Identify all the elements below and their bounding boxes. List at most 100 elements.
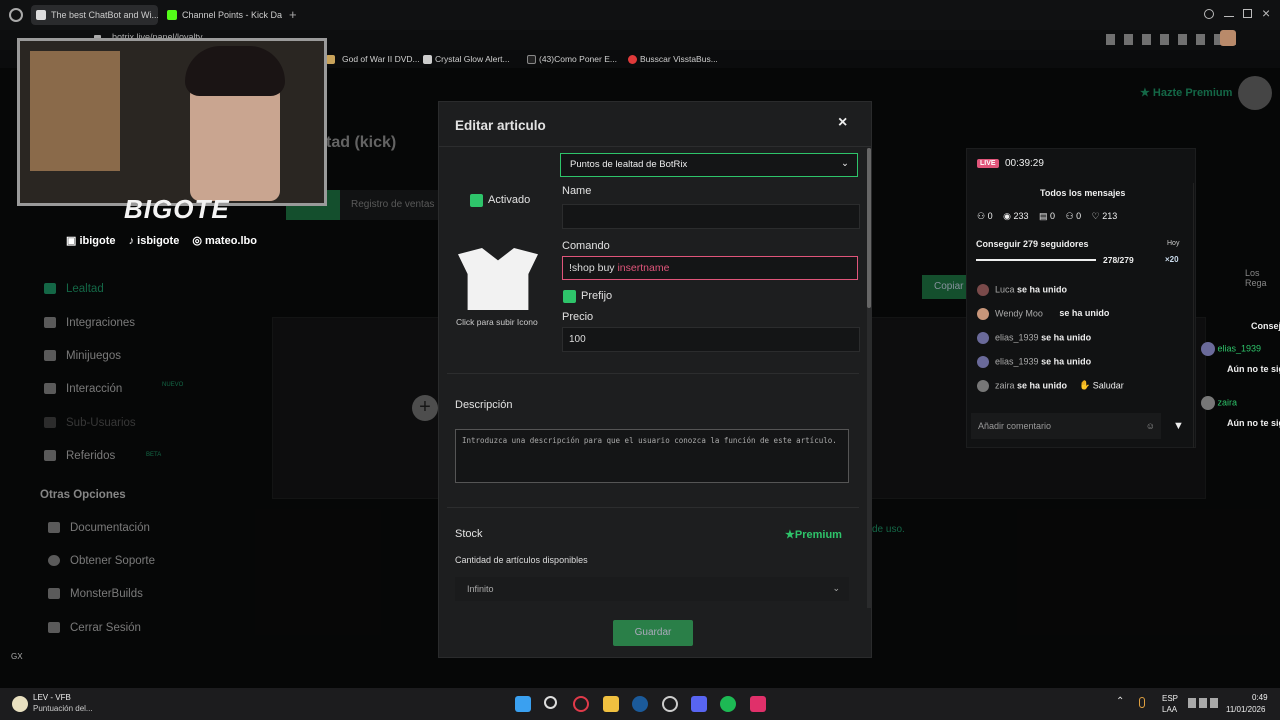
stock-select[interactable]: Infinito ⌄ [455,577,849,601]
steam-icon[interactable] [632,696,648,712]
clock-time[interactable]: 0:49 [1252,693,1268,702]
save-button[interactable]: Guardar [613,620,693,646]
avatar [977,380,989,392]
scrollbar-thumb[interactable] [867,148,871,308]
avatar [1201,396,1215,410]
side-chat-message: zaira [1201,396,1237,410]
users-icon: ⚇ [977,211,988,221]
kick-icon: ▣ [66,235,80,247]
bookmark-item[interactable]: Crystal Glow Alert... [423,50,510,68]
emoji-icon[interactable]: ☺ [1146,413,1155,439]
windows-start-icon[interactable] [515,696,531,712]
chat-stats: ⚇ 0 ◉ 233 ▤ 0 ⚇ 0 ♡ 213 [977,211,1117,222]
language-indicator[interactable]: ESP [1162,694,1178,703]
chat-text: se ha unido [1041,356,1092,367]
webcam-hair [185,46,285,96]
webcam-title: BIGOTE [124,194,230,224]
new-tab-icon[interactable]: + [289,7,297,22]
handle-kick: ibigote [79,235,116,247]
bookmark-item[interactable]: (43)Como Poner E... [527,50,617,68]
opera-gx-icon[interactable] [573,696,589,712]
instagram-icon: ◎ [192,235,206,247]
name-label: Name [562,185,592,197]
stock-label: Stock [455,528,483,540]
item-type-select[interactable]: Puntos de lealtad de BotRix ⌄ [560,153,858,177]
name-input[interactable] [562,204,860,229]
spotify-icon[interactable] [720,696,736,712]
gx-label: GX [11,652,23,661]
saludar-button[interactable]: Saludar [1093,380,1124,390]
wave-icon[interactable]: ✋ [1079,380,1093,390]
goal-title: Conseguir 279 seguidores [976,239,1089,249]
bookmark-label: Crystal Glow Alert... [435,54,510,64]
edit-item-modal: Editar articulo × Puntos de lealtad de B… [438,101,872,658]
heart-icon: ♡ [1091,211,1103,221]
command-prefix: !shop buy [569,262,615,274]
section-divider [447,373,859,374]
chevron-up-icon[interactable]: ⌃ [1116,696,1124,707]
close-icon[interactable]: × [838,114,847,132]
stat-value: 213 [1102,211,1118,221]
avatar [977,284,989,296]
close-window-icon[interactable]: × [1262,5,1270,21]
chat-title: Todos los mensajes [1040,188,1126,198]
browser-tab-bar: The best ChatBot and Wi... Channel Point… [0,0,1280,30]
clock-date[interactable]: 11/01/2026 [1226,705,1265,714]
modal-divider [439,146,871,147]
maximize-icon[interactable] [1243,9,1252,18]
gift-icon: ▤ [1039,211,1051,221]
search-icon[interactable] [544,696,557,709]
select-value: Puntos de lealtad de BotRix [570,159,688,170]
upload-icon-box[interactable] [453,242,545,326]
prefijo-checkbox[interactable] [563,290,576,303]
mic-icon[interactable] [1139,697,1145,708]
modal-scrollbar[interactable] [867,148,871,608]
weather-icon[interactable] [12,696,28,712]
stock-sublabel: Cantidad de artículos disponibles [455,555,588,565]
bookmark-item[interactable]: God of War II DVD... [326,50,420,68]
tab-label: The best ChatBot and Wi... [51,10,158,20]
tab-botrix[interactable]: The best ChatBot and Wi... [31,5,158,25]
price-input[interactable]: 100 [562,327,860,352]
activado-label: Activado [488,194,531,206]
file-explorer-icon[interactable] [603,696,619,712]
chat-placeholder: Añadir comentario [978,421,1052,431]
weather-sub[interactable]: Puntuación del... [33,704,93,713]
weather-title[interactable]: LEV - VFB [33,693,71,702]
tab-kick[interactable]: Channel Points - Kick Das... [162,5,282,25]
side-chat-text: Aún no te sig [1227,364,1280,374]
browser-logo-icon[interactable] [9,8,23,22]
chevron-down-icon: ⌄ [832,583,840,593]
webcam-window [30,51,120,171]
chat-user: Luca [995,284,1015,295]
extension-icons[interactable] [1106,34,1236,45]
goal-progress-bar [976,259,1096,261]
tiktok-icon[interactable] [750,696,766,712]
bookmark-label: God of War II DVD... [342,54,420,64]
command-input[interactable]: !shop buy insertname [562,256,858,280]
description-textarea[interactable]: Introduzca una descripción para que el u… [455,429,849,483]
command-label: Comando [562,240,610,252]
handle-tiktok: isbigote [137,235,180,247]
profile-avatar[interactable] [1220,30,1236,46]
chat-input[interactable]: Añadir comentario ☺ [971,413,1161,439]
minimize-icon[interactable] [1224,16,1234,17]
language-sub[interactable]: LAA [1162,705,1177,714]
discord-icon[interactable] [691,696,707,712]
section-divider [447,507,859,508]
activado-checkbox[interactable] [470,194,483,207]
filter-icon[interactable]: ▼ [1173,420,1184,432]
stat-value: 233 [1013,211,1029,221]
prefijo-label: Prefijo [581,290,613,302]
bookmark-item[interactable]: Busscar VisstaBus... [628,50,718,68]
search-icon[interactable] [1204,9,1214,19]
chat-message: elias_1939 se ha unido [977,332,1091,344]
chat-text: se ha unido [1017,284,1068,295]
app-icon[interactable] [662,696,678,712]
bookmark-icon [628,55,637,64]
webcam-handles: ▣ ibigote ♪ isbigote ◎ mateo.lbo [66,234,257,247]
avatar [977,356,989,368]
system-tray-icons[interactable] [1188,698,1218,708]
handle-instagram: mateo.lbo [205,235,257,247]
tiktok-icon: ♪ [128,235,138,247]
